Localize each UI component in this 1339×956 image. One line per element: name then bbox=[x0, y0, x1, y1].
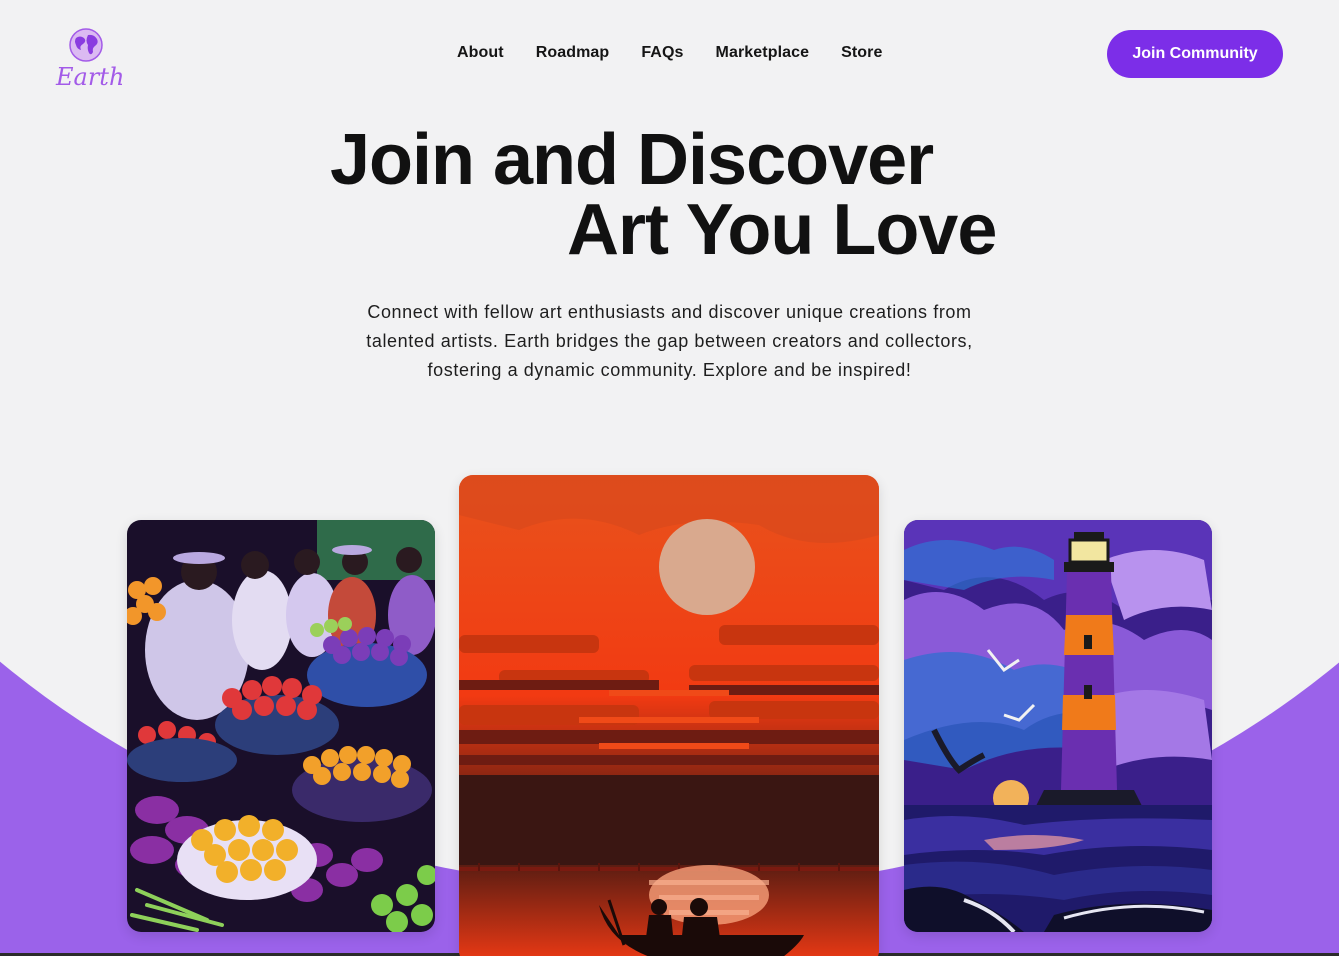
hero-title-line1: Join and Discover bbox=[330, 120, 934, 200]
sunset-boat-painting bbox=[459, 475, 879, 956]
nav-about[interactable]: About bbox=[457, 44, 504, 62]
art-card-lighthouse[interactable] bbox=[904, 520, 1212, 932]
hero-subtitle-line1: Connect with fellow art enthusiasts and … bbox=[367, 302, 972, 322]
art-card-sunset-boat[interactable] bbox=[459, 475, 879, 956]
fruit-market-painting bbox=[127, 520, 435, 932]
hero-subtitle-line2: talented artists. Earth bridges the gap … bbox=[366, 331, 973, 351]
logo-text: Earth bbox=[55, 63, 122, 91]
hero-subtitle: Connect with fellow art enthusiasts and … bbox=[300, 298, 1039, 385]
earth-logo[interactable]: Earth bbox=[54, 27, 124, 93]
nav-marketplace[interactable]: Marketplace bbox=[716, 44, 810, 62]
nav-store[interactable]: Store bbox=[841, 44, 882, 62]
lighthouse-painting bbox=[904, 520, 1212, 932]
hero-title-line2: Art You Love bbox=[567, 190, 997, 270]
globe-icon: Earth bbox=[55, 28, 124, 91]
main-nav: About Roadmap FAQs Marketplace Store bbox=[457, 44, 883, 62]
nav-roadmap[interactable]: Roadmap bbox=[536, 44, 610, 62]
hero-subtitle-line3: fostering a dynamic community. Explore a… bbox=[427, 360, 912, 380]
nav-faqs[interactable]: FAQs bbox=[641, 44, 683, 62]
join-community-button[interactable]: Join Community bbox=[1107, 30, 1283, 78]
art-card-fruit-market[interactable] bbox=[127, 520, 435, 932]
